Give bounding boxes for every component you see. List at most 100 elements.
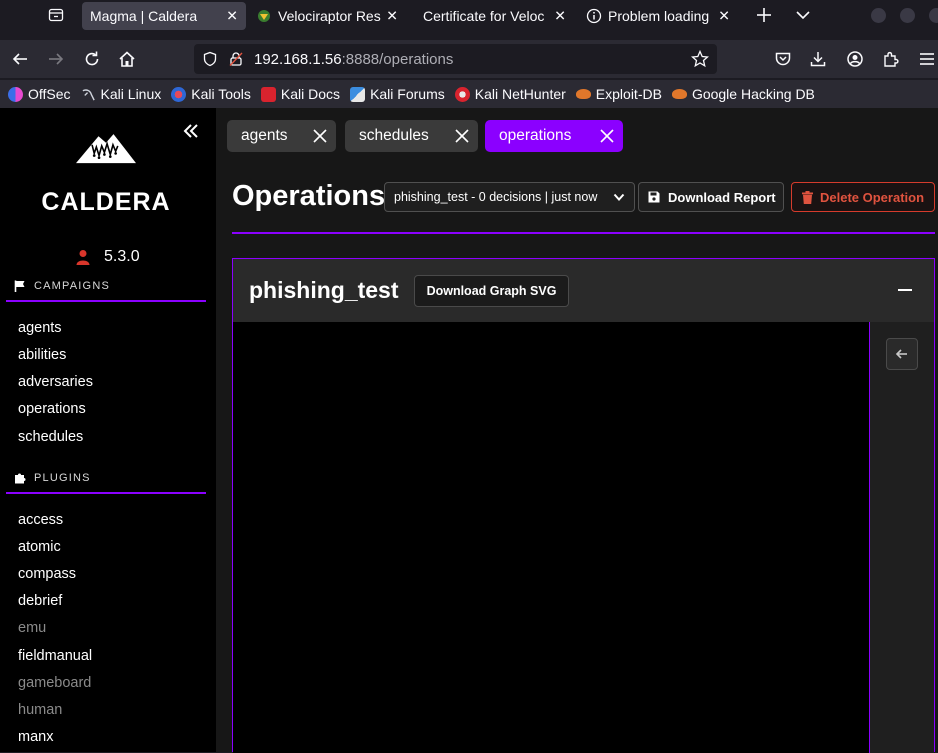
sidebar-item-schedules[interactable]: schedules [18,429,83,445]
tab-title: Certificate for Veloc [423,8,545,24]
firefox-view-icon[interactable] [48,7,64,23]
reload-icon[interactable] [83,50,101,68]
insecure-lock-icon[interactable] [228,51,244,67]
section-divider [6,492,206,494]
bookmark-label: OffSec [28,86,71,102]
download-report-button[interactable]: Download Report [638,182,784,212]
kali-dragon-icon [82,88,95,100]
sidebar-item-adversaries[interactable]: adversaries [18,374,93,390]
bookmark-kali-docs[interactable]: Kali Docs [260,86,340,102]
shield-icon[interactable] [202,51,218,67]
minimize-window-button[interactable] [871,8,886,23]
tab-label: schedules [359,127,429,144]
nethunter-icon [454,86,470,102]
bookmark-exploit-db[interactable]: Exploit-DB [575,86,662,102]
sidebar-item-access[interactable]: access [18,512,63,528]
info-icon [586,8,602,24]
sidebar-item-emu[interactable]: emu [18,620,46,636]
sidebar-item-atomic[interactable]: atomic [18,539,61,555]
forward-arrow-icon[interactable] [47,50,65,68]
bookmark-kali-forums[interactable]: Kali Forums [350,86,445,102]
save-disk-icon [648,191,660,203]
tab-schedules[interactable]: schedules [345,120,478,152]
maximize-window-button[interactable] [900,8,915,23]
sidebar-item-agents[interactable]: agents [18,320,62,336]
kali-docs-icon [260,86,276,102]
close-icon[interactable]: ✕ [718,8,730,25]
section-label: CAMPAIGNS [34,280,110,292]
close-icon[interactable] [454,128,470,144]
operation-graph-canvas[interactable] [233,322,869,753]
mountain-logo-icon [76,134,136,164]
operation-panel-header: phishing_test Download Graph SVG [233,259,934,322]
double-chevron-left-icon[interactable] [182,122,200,140]
arrow-left-icon [895,349,907,359]
offsec-icon [8,86,23,102]
chevron-down-icon[interactable] [794,6,812,24]
close-icon[interactable] [312,128,328,144]
kali-tools-icon [171,86,187,102]
sidebar-item-compass[interactable]: compass [18,566,76,582]
new-tab-plus-icon[interactable] [754,5,774,25]
bookmark-kali-nethunter[interactable]: Kali NetHunter [454,86,566,102]
bookmark-kali-linux[interactable]: Kali Linux [81,86,162,102]
bookmark-label: Exploit-DB [595,86,662,102]
bookmark-label: Kali Forums [370,86,445,102]
browser-tab-certificate[interactable]: Certificate for Veloc ✕ [414,0,574,32]
ghdb-icon [671,89,687,99]
version-text: 5.3.0 [104,248,140,265]
tab-title: Problem loading [608,8,710,24]
menu-icon[interactable] [918,50,936,68]
download-graph-svg-button[interactable]: Download Graph SVG [414,275,569,307]
browser-tab-velociraptor[interactable]: Velociraptor Res ✕ [256,0,406,32]
home-icon[interactable] [118,50,136,68]
back-arrow-icon[interactable] [11,50,29,68]
url-bar[interactable]: 192.168.1.56:8888/operations [194,44,717,74]
operation-select[interactable]: phishing_test - 0 decisions | just now [384,182,635,212]
sidebar-item-debrief[interactable]: debrief [18,593,62,609]
close-icon[interactable]: ✕ [386,8,398,25]
chevron-down-icon [613,193,625,201]
page-title: Operations [232,180,386,212]
browser-tab-caldera[interactable]: Magma | Caldera ✕ [82,2,246,30]
tab-label: agents [241,127,288,144]
downloads-icon[interactable] [809,50,827,68]
bookmark-offsec[interactable]: OffSec [8,86,71,102]
close-icon[interactable] [599,128,615,144]
user-icon[interactable] [76,249,90,265]
collapse-panel-minus-icon[interactable] [898,289,912,291]
bookmark-google-hacking-db[interactable]: Google Hacking DB [671,86,815,102]
bookmark-label: Kali Tools [191,86,251,102]
close-window-button[interactable] [929,8,938,23]
tab-agents[interactable]: agents [227,120,336,152]
section-label: PLUGINS [34,472,91,484]
tab-label: operations [499,127,572,144]
extensions-icon[interactable] [882,50,900,68]
bookmark-star-icon[interactable] [691,50,709,68]
velociraptor-favicon-icon [258,10,270,22]
sidebar-item-manx[interactable]: manx [18,729,53,745]
bookmark-label: Kali Linux [100,86,162,102]
button-label: Delete Operation [820,189,925,205]
tab-title: Velociraptor Res [278,8,381,24]
pocket-icon[interactable] [774,50,792,68]
sidebar-item-human[interactable]: human [18,702,62,718]
delete-operation-button[interactable]: Delete Operation [791,182,935,212]
main-content: agents schedules operations Operations p… [216,108,938,753]
account-icon[interactable] [846,50,864,68]
caldera-logo[interactable]: CALDERA [40,132,172,244]
operation-name: phishing_test [249,277,399,303]
sidebar-item-gameboard[interactable]: gameboard [18,675,91,691]
campaigns-section-title: CAMPAIGNS [14,280,110,292]
trash-icon [802,190,813,204]
bookmark-kali-tools[interactable]: Kali Tools [171,86,251,102]
sidebar-item-fieldmanual[interactable]: fieldmanual [18,648,92,664]
sidebar-item-abilities[interactable]: abilities [18,347,66,363]
open-side-panel-button[interactable] [886,338,918,370]
close-icon[interactable]: ✕ [554,8,566,25]
kali-forums-icon [350,86,366,102]
tab-operations[interactable]: operations [485,120,623,152]
sidebar-item-operations[interactable]: operations [18,401,86,417]
close-icon[interactable]: ✕ [226,8,238,25]
browser-tab-problem-loading[interactable]: Problem loading ✕ [586,0,738,32]
